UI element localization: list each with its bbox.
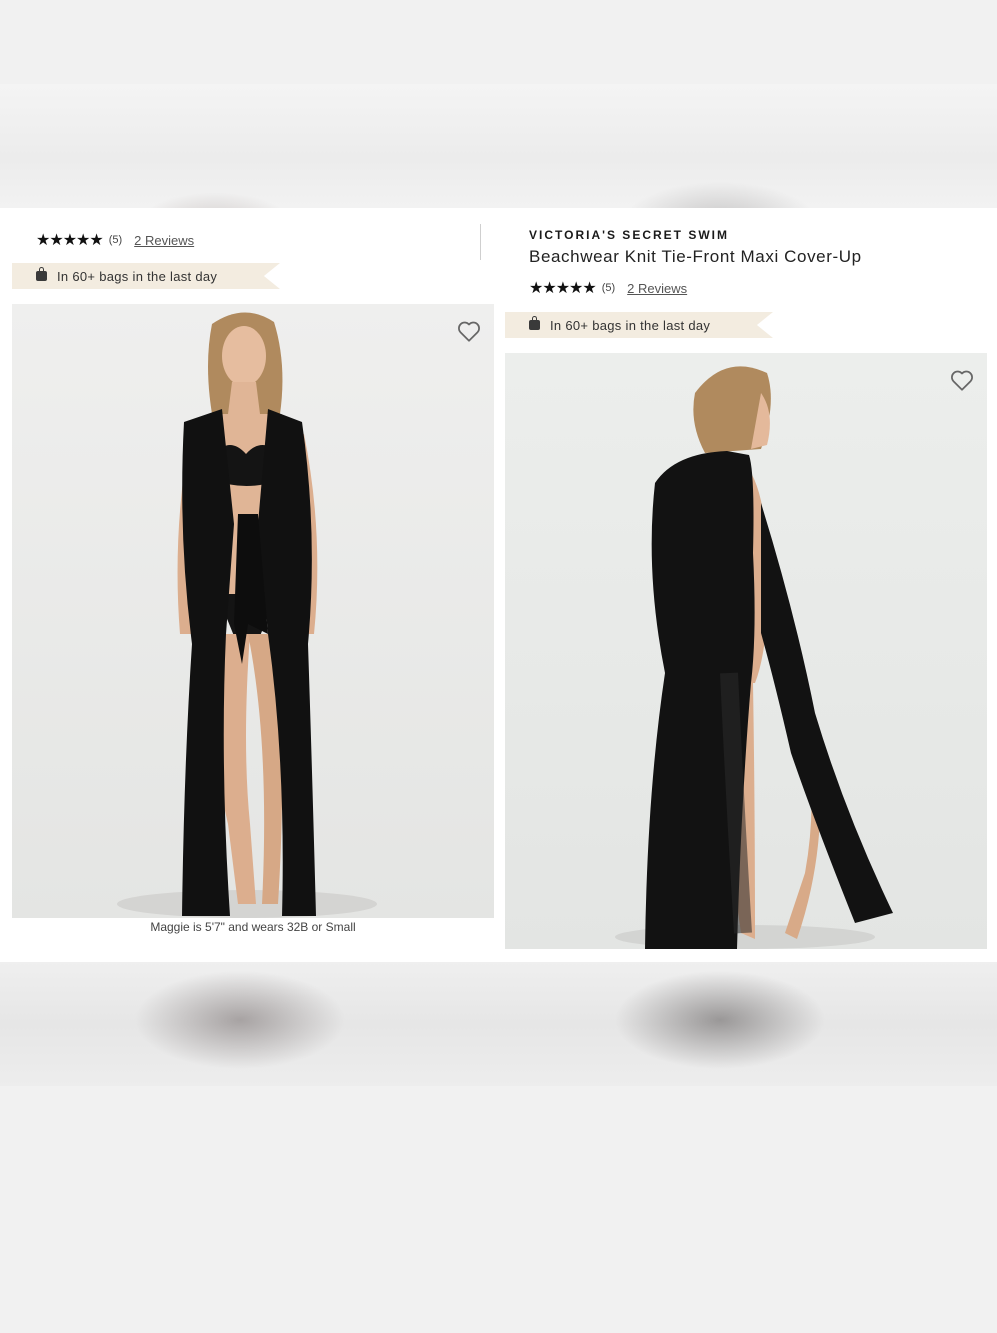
model-size-caption: Maggie is 5'7" and wears 32B or Small <box>150 920 356 934</box>
rating-row: ★★★★★ (5) 2 Reviews <box>529 278 687 298</box>
brand-name: VICTORIA'S SECRET SWIM <box>529 228 729 242</box>
product-card-left: ★★★★★ (5) 2 Reviews In 60+ bags in the l… <box>0 208 494 962</box>
reviews-link[interactable]: 2 Reviews <box>627 281 687 296</box>
model-back-photo <box>505 353 987 949</box>
shopping-bag-icon <box>529 316 540 330</box>
heart-icon[interactable] <box>456 318 482 344</box>
popularity-text: In 60+ bags in the last day <box>57 268 218 284</box>
rating-row: ★★★★★ (5) 2 Reviews <box>36 230 194 250</box>
product-comparison: ★★★★★ (5) 2 Reviews In 60+ bags in the l… <box>0 208 997 962</box>
star-rating: ★★★★★ <box>36 232 104 249</box>
product-title[interactable]: Beachwear Knit Tie-Front Maxi Cover-Up <box>529 247 862 267</box>
shopping-bag-icon <box>36 267 47 281</box>
popularity-banner: In 60+ bags in the last day <box>12 263 280 289</box>
heart-icon[interactable] <box>949 367 975 393</box>
reviews-link[interactable]: 2 Reviews <box>134 233 194 248</box>
product-photo-back[interactable] <box>505 353 987 949</box>
product-photo-front[interactable] <box>12 304 494 918</box>
blurred-background-top <box>0 84 997 208</box>
star-rating: ★★★★★ <box>529 280 597 297</box>
review-count: (5) <box>108 234 123 246</box>
popularity-banner: In 60+ bags in the last day <box>505 312 773 338</box>
product-card-right: VICTORIA'S SECRET SWIM Beachwear Knit Ti… <box>497 208 997 962</box>
model-front-photo <box>12 304 494 918</box>
blurred-background-bottom <box>0 962 997 1086</box>
panel-divider <box>480 224 481 260</box>
popularity-text: In 60+ bags in the last day <box>550 317 711 333</box>
review-count: (5) <box>601 282 616 294</box>
